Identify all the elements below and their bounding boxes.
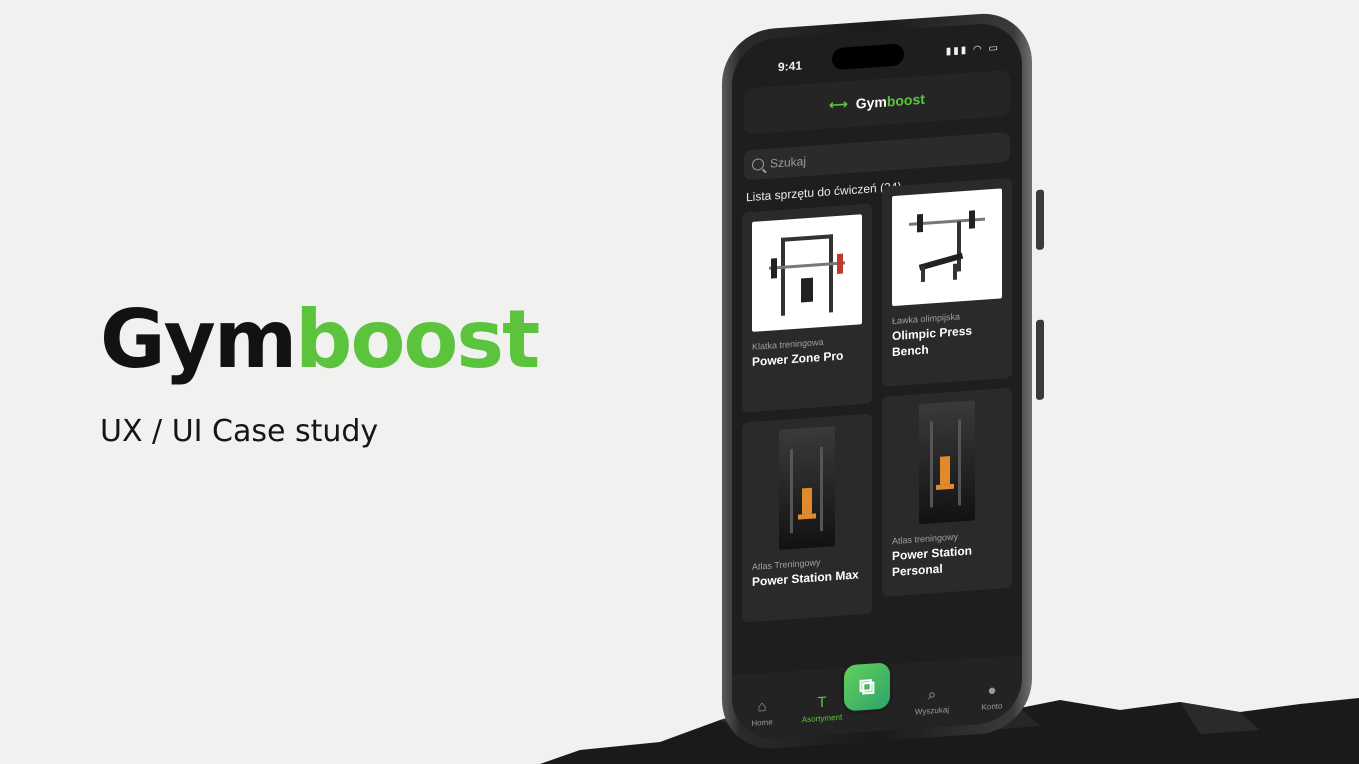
volume-button (1036, 189, 1044, 251)
press-bench-image (892, 188, 1002, 307)
search-placeholder: Szukaj (770, 154, 807, 171)
tab-label: Wyszukaj (914, 705, 950, 717)
brand-title: Gymboost (100, 300, 540, 380)
app-logo-part2: boost (886, 90, 925, 110)
gym-station-image (919, 400, 975, 525)
power-button (1036, 319, 1044, 401)
tab-home[interactable]: ⌂ Home (737, 697, 787, 728)
status-icons: ▮▮▮ ◠ ▭ (945, 42, 1000, 58)
card-name: Power Station Personal (892, 543, 973, 579)
status-time: 9:41 (778, 58, 803, 75)
brand-title-part2: boost (295, 293, 540, 386)
scan-button[interactable]: ⧉ (844, 662, 890, 712)
scan-icon: ⧉ (859, 673, 875, 700)
home-icon: ⌂ (757, 697, 767, 716)
subtitle: UX / UI Case study (100, 414, 379, 449)
equipment-grid: Klatka treningowa Power Zone Pro Ławka o… (742, 177, 1012, 623)
equipment-card[interactable]: Klatka treningowa Power Zone Pro (742, 203, 872, 413)
equipment-card[interactable]: Atlas treningowy Power Station Personal (882, 387, 1012, 597)
dynamic-island (832, 43, 904, 71)
phone-frame: 9:41 ▮▮▮ ◠ ▭ ⟷ Gymboost Szukaj Lista spr… (722, 10, 1032, 752)
app-logo[interactable]: Gymboost (856, 91, 925, 112)
app-logo-part1: Gym (855, 93, 887, 112)
tab-label: Asortyment (801, 712, 843, 725)
tab-wyszukaj[interactable]: ⌕ Wyszukaj (907, 686, 957, 717)
search-input[interactable]: Szukaj (744, 131, 1010, 181)
tab-label: Home (751, 717, 773, 728)
equipment-list-title: Lista sprzętu do ćwiczeń (24) (746, 179, 902, 205)
hero: Gymboost UX / UI Case study (100, 300, 540, 450)
search-icon (752, 158, 764, 171)
user-icon: ● (987, 681, 997, 700)
tab-label: Konto (981, 701, 1003, 712)
tab-konto[interactable]: ● Konto (967, 681, 1017, 712)
brand-title-part1: Gym (100, 293, 297, 386)
power-rack-image (752, 214, 862, 332)
card-name: Olimpic Press Bench (892, 323, 973, 359)
dumbbell-icon: ⟷ (829, 96, 848, 113)
search-icon: ⌕ (927, 686, 937, 704)
phone-mockup: 9:41 ▮▮▮ ◠ ▭ ⟷ Gymboost Szukaj Lista spr… (722, 0, 1052, 752)
tab-asortyment[interactable]: T Asortyment (797, 693, 847, 725)
equipment-card[interactable]: Ławka olimpijska Olimpic Press Bench (882, 177, 1012, 387)
tab-spacer (857, 718, 897, 721)
app-header: ⟷ Gymboost (744, 69, 1010, 135)
equipment-card[interactable]: Atlas Treningowy Power Station Max (742, 413, 872, 623)
phone-screen: 9:41 ▮▮▮ ◠ ▭ ⟷ Gymboost Szukaj Lista spr… (732, 21, 1022, 742)
dumbbell-icon: T (817, 693, 827, 712)
gym-station-image (779, 426, 835, 551)
